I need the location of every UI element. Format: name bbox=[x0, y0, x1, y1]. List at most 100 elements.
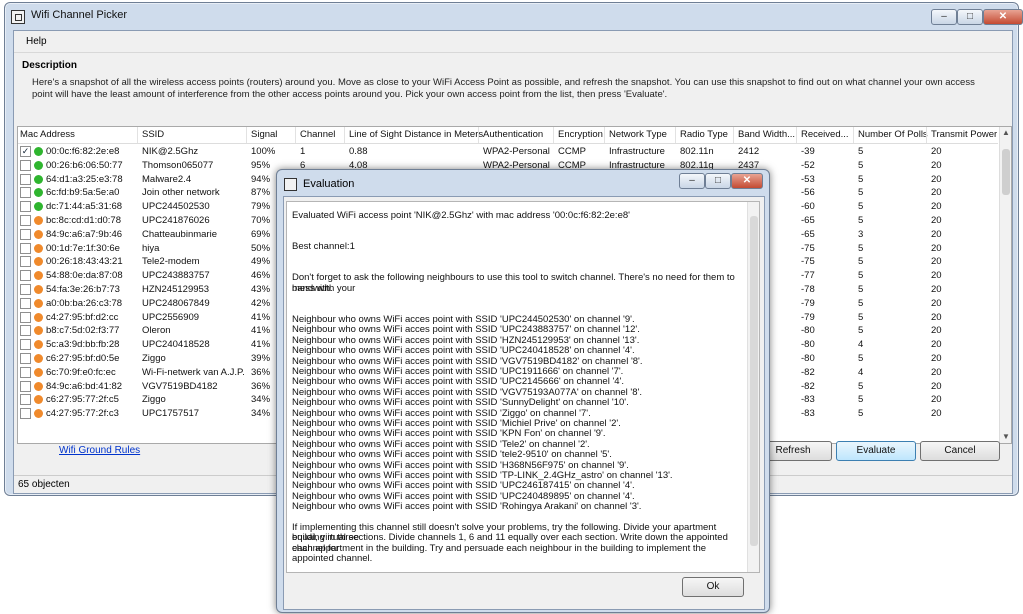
cell-signal: 41% bbox=[251, 339, 271, 351]
cell-ssid: UPC244502530 bbox=[142, 201, 210, 213]
column-header[interactable]: Encryption bbox=[558, 129, 603, 140]
row-checkbox[interactable] bbox=[20, 173, 31, 185]
cell-recv: -60 bbox=[801, 201, 815, 213]
scroll-up-icon[interactable]: ▲ bbox=[1000, 127, 1011, 139]
column-separator[interactable] bbox=[926, 127, 927, 143]
column-separator[interactable] bbox=[733, 127, 734, 143]
row-checkbox[interactable] bbox=[20, 215, 31, 226]
row-checkbox[interactable] bbox=[20, 256, 31, 268]
row-checkbox[interactable] bbox=[20, 380, 31, 392]
cell-signal: 50% bbox=[251, 242, 271, 254]
column-header[interactable]: Radio Type bbox=[680, 129, 728, 140]
cell-signal: 34% bbox=[251, 408, 271, 420]
column-separator[interactable] bbox=[675, 127, 676, 143]
row-checkbox[interactable] bbox=[20, 187, 31, 199]
column-separator[interactable] bbox=[853, 127, 854, 143]
minimize-button[interactable]: – bbox=[931, 9, 957, 25]
scroll-down-icon[interactable]: ▼ bbox=[1000, 431, 1011, 443]
scroll-thumb[interactable] bbox=[1002, 149, 1010, 195]
row-checkbox[interactable] bbox=[20, 159, 31, 171]
column-header[interactable]: Authentication bbox=[483, 129, 543, 140]
cell-signal: 69% bbox=[251, 228, 271, 240]
ok-button[interactable]: Ok bbox=[682, 577, 744, 597]
dialog-close-button[interactable]: ✕ bbox=[731, 173, 763, 189]
row-checkbox[interactable] bbox=[20, 311, 31, 323]
menu-help[interactable]: Help bbox=[26, 36, 47, 47]
column-separator[interactable] bbox=[478, 127, 479, 143]
cell-ssid: Thomson065077 bbox=[142, 159, 214, 171]
cell-signal: 41% bbox=[251, 325, 271, 337]
description-text: Here's a snapshot of all the wireless ac… bbox=[32, 77, 975, 100]
evaluation-line: each appartment in the building. Try and… bbox=[292, 542, 707, 565]
column-header[interactable]: Received... bbox=[801, 129, 849, 140]
signal-status-icon bbox=[34, 381, 43, 391]
menu-bar: Help bbox=[14, 31, 1012, 51]
table-row[interactable]: ✓ 00:0c:f6:82:2e:e8 NIK@2.5Ghz 100% 1 0.88 WPA… bbox=[18, 145, 998, 159]
maximize-button[interactable]: □ bbox=[957, 9, 983, 25]
row-checkbox[interactable] bbox=[20, 228, 31, 240]
cell-mac: 64:d1:a3:25:e3:78 bbox=[46, 173, 123, 185]
column-separator[interactable] bbox=[796, 127, 797, 143]
cell-recv: -82 bbox=[801, 366, 815, 378]
cell-recv: -80 bbox=[801, 339, 815, 351]
column-separator[interactable] bbox=[553, 127, 554, 143]
row-checkbox[interactable] bbox=[20, 270, 31, 282]
cell-ssid: UPC241876026 bbox=[142, 215, 210, 226]
dialog-minimize-button[interactable]: – bbox=[679, 173, 705, 189]
column-separator[interactable] bbox=[344, 127, 345, 143]
cell-signal: 49% bbox=[251, 256, 271, 268]
column-header[interactable]: Number Of Polls bbox=[858, 129, 928, 140]
column-separator[interactable] bbox=[604, 127, 605, 143]
close-button[interactable]: ✕ bbox=[983, 9, 1023, 25]
cell-polls: 5 bbox=[858, 284, 864, 295]
cell-polls: 5 bbox=[858, 394, 864, 406]
column-header[interactable]: Channel bbox=[300, 129, 335, 140]
evaluation-textbox[interactable]: Evaluated WiFi access point 'NIK@2.5Ghz'… bbox=[286, 201, 760, 573]
column-separator[interactable] bbox=[295, 127, 296, 143]
row-checkbox[interactable] bbox=[20, 325, 31, 337]
cell-recv: -53 bbox=[801, 173, 815, 185]
column-separator[interactable] bbox=[246, 127, 247, 143]
cell-enc: CCMP bbox=[558, 146, 586, 157]
cell-mac: bc:8c:cd:d1:d0:78 bbox=[46, 215, 121, 226]
row-checkbox[interactable] bbox=[20, 284, 31, 295]
cell-ssid: hiya bbox=[142, 242, 160, 254]
row-checkbox[interactable] bbox=[20, 366, 31, 378]
cell-signal: 79% bbox=[251, 201, 271, 213]
table-scrollbar[interactable]: ▲ ▼ bbox=[999, 127, 1011, 443]
cell-mac: a0:0b:ba:26:c3:78 bbox=[46, 297, 123, 309]
cell-signal: 95% bbox=[251, 159, 271, 171]
column-header[interactable]: Line of Sight Distance in Meters bbox=[349, 129, 483, 140]
row-checkbox[interactable]: ✓ bbox=[20, 146, 31, 157]
column-header[interactable]: Network Type bbox=[609, 129, 667, 140]
row-checkbox[interactable] bbox=[20, 394, 31, 406]
cancel-button[interactable]: Cancel bbox=[920, 441, 1000, 461]
row-checkbox[interactable] bbox=[20, 201, 31, 213]
column-header[interactable]: SSID bbox=[142, 129, 164, 140]
evaluation-dialog: Evaluation – □ ✕ Evaluated WiFi access p… bbox=[276, 169, 770, 613]
column-header[interactable]: Band Width... bbox=[738, 129, 795, 140]
cell-polls: 5 bbox=[858, 201, 864, 213]
row-checkbox[interactable] bbox=[20, 353, 31, 364]
row-checkbox[interactable] bbox=[20, 242, 31, 254]
signal-status-icon bbox=[34, 395, 43, 405]
column-header[interactable]: Mac Address bbox=[20, 129, 75, 140]
column-header[interactable]: Transmit Power bbox=[931, 129, 997, 140]
cell-polls: 5 bbox=[858, 408, 864, 420]
dialog-maximize-button[interactable]: □ bbox=[705, 173, 731, 189]
column-separator[interactable] bbox=[137, 127, 138, 143]
column-header[interactable]: Signal bbox=[251, 129, 277, 140]
row-checkbox[interactable] bbox=[20, 297, 31, 309]
dialog-scrollbar[interactable] bbox=[747, 202, 759, 572]
cell-recv: -79 bbox=[801, 297, 815, 309]
signal-status-icon bbox=[34, 298, 43, 308]
cell-signal: 36% bbox=[251, 380, 271, 392]
cell-signal: 70% bbox=[251, 215, 271, 226]
row-checkbox[interactable] bbox=[20, 408, 31, 420]
dialog-scroll-thumb[interactable] bbox=[750, 216, 758, 546]
cell-signal: 94% bbox=[251, 173, 271, 185]
cell-tx: 20 bbox=[931, 394, 942, 406]
wifi-ground-rules-link[interactable]: Wifi Ground Rules bbox=[59, 445, 140, 456]
row-checkbox[interactable] bbox=[20, 339, 31, 351]
evaluate-button[interactable]: Evaluate bbox=[836, 441, 916, 461]
